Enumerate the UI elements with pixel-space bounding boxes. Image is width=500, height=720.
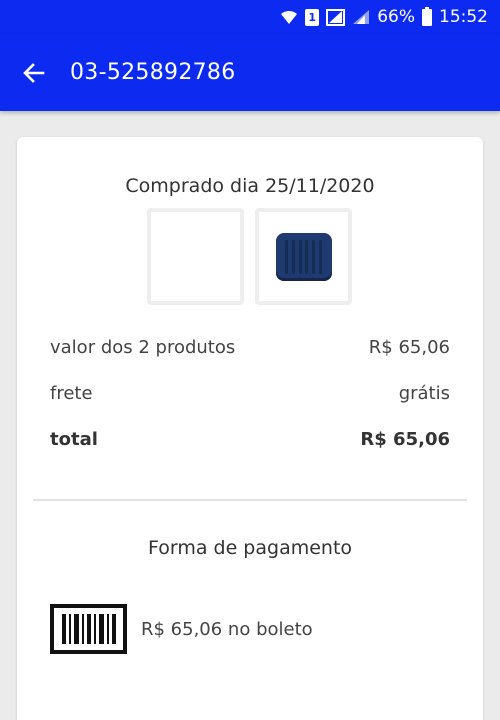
signal-icon xyxy=(352,9,370,25)
arrow-left-icon xyxy=(23,62,45,83)
divider xyxy=(33,499,467,501)
speaker-product-image xyxy=(275,232,332,281)
total-row: total R$ 65,06 xyxy=(50,429,450,450)
products-value-amount: R$ 65,06 xyxy=(368,337,450,358)
products-value-label: valor dos 2 produtos xyxy=(50,337,236,358)
products-value-row: valor dos 2 produtos R$ 65,06 xyxy=(50,337,450,358)
total-label: total xyxy=(50,429,98,450)
shipping-value: grátis xyxy=(398,383,450,404)
clock: 15:52 xyxy=(439,7,488,27)
app-bar: 03-525892786 xyxy=(0,34,500,111)
back-button[interactable] xyxy=(20,59,48,87)
purchase-date: Comprado dia 25/11/2020 xyxy=(125,175,375,197)
payment-title: Forma de pagamento xyxy=(147,537,353,559)
order-card: Comprado dia 25/11/2020 valor dos 2 prod… xyxy=(17,137,483,720)
status-bar: 1 66% 15:52 xyxy=(0,0,500,34)
payment-method-text: R$ 65,06 no boleto xyxy=(141,618,313,640)
total-value: R$ 65,06 xyxy=(360,429,450,450)
product-thumbnail-2[interactable] xyxy=(255,208,352,305)
sim-icon: 1 xyxy=(305,8,320,26)
shipping-row: frete grátis xyxy=(50,383,450,404)
payment-method: R$ 65,06 no boleto xyxy=(50,604,313,654)
wifi-icon xyxy=(280,9,298,25)
shipping-label: frete xyxy=(50,383,93,404)
battery-percent: 66% xyxy=(377,7,415,27)
product-thumbnail-1[interactable] xyxy=(147,208,244,305)
barcode-icon xyxy=(50,604,127,654)
battery-icon xyxy=(422,6,432,26)
page-title: 03-525892786 xyxy=(70,60,236,85)
data-signal-icon xyxy=(326,8,346,26)
